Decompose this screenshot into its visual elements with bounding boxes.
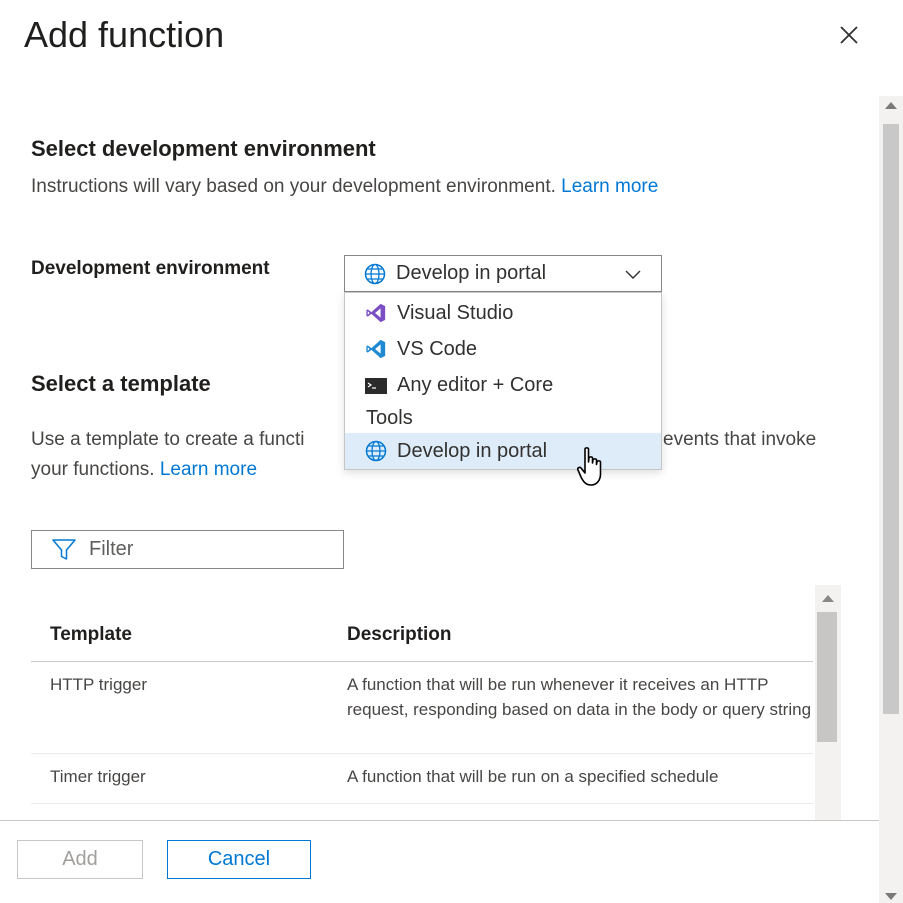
- scroll-down-arrow-icon[interactable]: [885, 893, 897, 900]
- scroll-thumb[interactable]: [817, 612, 837, 742]
- hand-pointer-cursor-icon: [576, 447, 602, 486]
- close-icon: [840, 26, 858, 44]
- row-description: A function that will be run on a specifi…: [347, 767, 719, 786]
- visual-studio-icon: [364, 301, 388, 325]
- learn-more-link-template[interactable]: Learn more: [160, 459, 257, 480]
- add-button[interactable]: Add: [17, 840, 143, 879]
- template-description-line1: Use a template to create a functi: [31, 425, 361, 454]
- column-header-description[interactable]: Description: [347, 624, 452, 646]
- dev-env-dropdown[interactable]: Develop in portal: [344, 255, 662, 292]
- row-description: A function that will be run whenever it …: [347, 675, 812, 719]
- template-description-part2: events that invoke: [663, 429, 817, 450]
- column-header-template[interactable]: Template: [50, 624, 132, 646]
- template-description-line2: your functions. Learn more: [31, 455, 257, 484]
- vs-code-icon: [364, 337, 388, 361]
- dev-env-dropdown-menu: Visual Studio VS Code Any editor + Core …: [344, 292, 662, 470]
- option-develop-in-portal[interactable]: Develop in portal: [345, 433, 661, 469]
- scroll-thumb[interactable]: [883, 124, 899, 714]
- template-description-part1: Use a template to create a functi: [31, 429, 305, 450]
- dev-env-label: Development environment: [31, 258, 270, 279]
- close-button[interactable]: [832, 18, 866, 52]
- option-label-line2: Tools: [366, 407, 413, 429]
- table-row[interactable]: Timer trigger A function that will be ru…: [31, 754, 813, 804]
- option-any-editor[interactable]: Any editor + Core Tools: [345, 369, 661, 435]
- filter-input[interactable]: Filter: [31, 530, 344, 569]
- template-heading: Select a template: [31, 371, 211, 396]
- page-title: Add function: [24, 14, 225, 55]
- templates-table: Template Description HTTP trigger A func…: [31, 612, 813, 820]
- globe-icon: [364, 439, 388, 463]
- footer-divider: [0, 820, 879, 821]
- dev-env-heading: Select development environment: [31, 136, 376, 161]
- panel-scrollbar[interactable]: [879, 96, 903, 903]
- option-visual-studio[interactable]: Visual Studio: [345, 295, 661, 331]
- dev-env-description-text: Instructions will vary based on your dev…: [31, 176, 556, 197]
- scroll-up-arrow-icon[interactable]: [885, 102, 897, 109]
- row-template: Timer trigger: [50, 767, 146, 786]
- row-template: HTTP trigger: [50, 675, 147, 694]
- dropdown-selected-value: Develop in portal: [396, 262, 547, 284]
- globe-icon: [364, 263, 386, 284]
- learn-more-link-dev[interactable]: Learn more: [561, 176, 658, 197]
- table-scrollbar[interactable]: [815, 585, 841, 820]
- table-row[interactable]: HTTP trigger A function that will be run…: [31, 662, 813, 754]
- table-header: Template Description: [31, 612, 813, 662]
- cancel-button[interactable]: Cancel: [167, 840, 311, 879]
- chevron-down-icon: [625, 270, 641, 279]
- option-label: Visual Studio: [397, 301, 514, 324]
- template-description-line2-text: your functions.: [31, 459, 155, 480]
- filter-icon: [52, 538, 76, 560]
- filter-placeholder: Filter: [89, 538, 134, 560]
- dev-env-description: Instructions will vary based on your dev…: [31, 172, 658, 201]
- option-vs-code[interactable]: VS Code: [345, 331, 661, 367]
- terminal-icon: [365, 377, 387, 394]
- scroll-up-arrow-icon[interactable]: [822, 595, 834, 602]
- option-label: VS Code: [397, 337, 478, 360]
- option-label: Develop in portal: [397, 439, 548, 462]
- option-label-line1: Any editor + Core: [397, 374, 554, 396]
